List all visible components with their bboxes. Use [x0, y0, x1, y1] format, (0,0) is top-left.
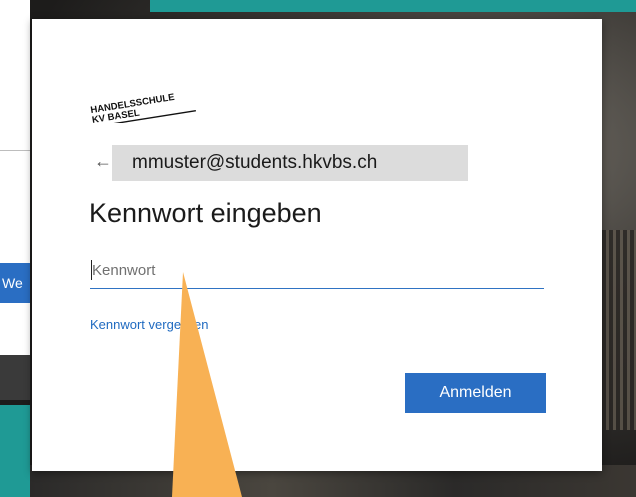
- background-button-fragment: We: [0, 263, 30, 303]
- background-page: We: [0, 0, 30, 400]
- signin-button[interactable]: Anmelden: [405, 373, 546, 413]
- account-email: mmuster@students.hkvbs.ch: [112, 145, 468, 181]
- background-dark-strip: [0, 355, 30, 400]
- school-logo: HANDELSSCHULE KV BASEL: [90, 92, 196, 123]
- background-teal-band: [150, 0, 636, 12]
- password-field[interactable]: [90, 253, 544, 289]
- background-divider: [0, 150, 30, 151]
- signin-dialog: HANDELSSCHULE KV BASEL ← mmuster@student…: [32, 19, 602, 471]
- background-teal-corner: [0, 405, 30, 497]
- forgot-password-link[interactable]: Kennwort vergessen: [90, 317, 209, 332]
- text-caret: [91, 260, 92, 280]
- arrow-left-icon[interactable]: ←: [94, 150, 112, 172]
- page-title: Kennwort eingeben: [89, 198, 322, 228]
